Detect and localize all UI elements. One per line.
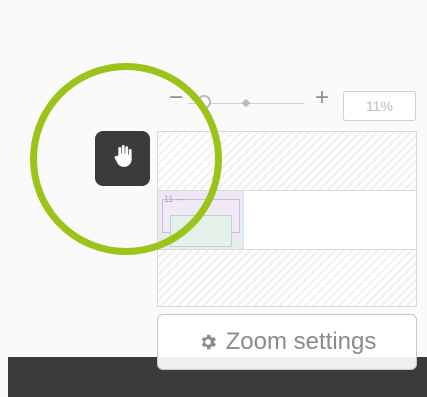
zoom-slider-handle[interactable] (197, 95, 211, 109)
zoom-settings-label: Zoom settings (225, 328, 377, 355)
thumbnail-label: 11 — (164, 194, 185, 204)
gear-icon (198, 332, 218, 352)
zoom-slider-marker (241, 98, 251, 108)
zoom-settings-button[interactable]: Zoom settings (157, 314, 417, 370)
minimap[interactable]: 11 — (157, 131, 417, 307)
minimap-thumbnail: 11 — (158, 191, 244, 249)
pan-tool-button[interactable] (95, 131, 150, 186)
hand-icon (109, 142, 137, 175)
zoom-out-button[interactable]: − (167, 86, 185, 110)
zoom-controls: − + 11% (0, 0, 427, 130)
zoom-percent-field[interactable]: 11% (343, 91, 416, 121)
minimap-viewport[interactable]: 11 — (158, 190, 416, 250)
thumbnail-frame-secondary (170, 215, 232, 247)
zoom-in-button[interactable]: + (313, 86, 331, 110)
